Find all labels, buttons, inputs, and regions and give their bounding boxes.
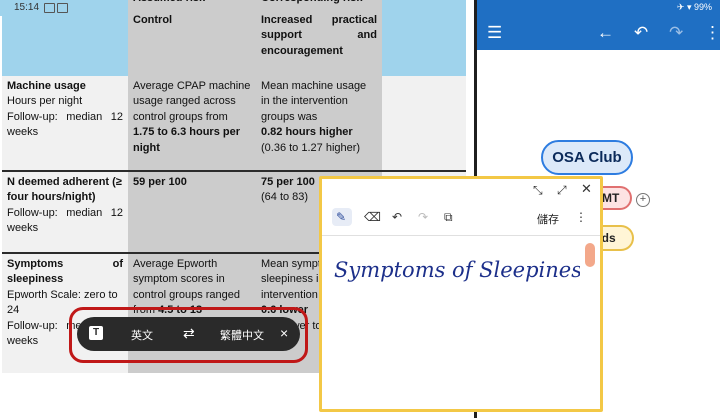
maximize-window-icon[interactable]: ⤢ — [557, 184, 567, 196]
table-row: N deemed adherent (≥ four hours/night) F… — [2, 170, 128, 254]
swap-languages-icon[interactable]: ⇄ — [183, 325, 195, 342]
eraser-icon[interactable]: ⌫ — [364, 211, 381, 223]
status-bar-left: 15:14 — [0, 0, 128, 16]
close-translate-icon[interactable]: × — [280, 325, 288, 341]
note-more-icon[interactable]: ⋮ — [575, 211, 587, 223]
floating-note-window[interactable]: ⤡ ⤢ ✕ ✎ ⌫ ↶ ↷ ⧉ 儲存 ⋮ Symptoms of Sleepin… — [319, 176, 603, 412]
close-window-icon[interactable]: ✕ — [581, 182, 592, 195]
back-arrow-icon[interactable]: ← — [597, 24, 614, 41]
topic-node-mt[interactable]: MT — [598, 186, 632, 210]
central-node[interactable]: OSA Club — [541, 140, 633, 175]
redo-stroke-icon[interactable]: ↷ — [418, 211, 428, 223]
handwriting-canvas[interactable]: Symptoms of Sleepiness — [330, 245, 580, 295]
menu-icon[interactable]: ☰ — [487, 24, 502, 41]
save-button[interactable]: 儲存 — [537, 211, 559, 227]
status-time: 15:14 — [14, 2, 40, 13]
scroll-handle[interactable] — [585, 243, 595, 267]
select-tool-icon[interactable]: ⧉ — [444, 211, 453, 223]
header-control: Control — [128, 9, 256, 76]
wifi-icon: ✈ ▾ — [676, 2, 692, 12]
translate-icon: T — [89, 326, 103, 340]
table-row: Machine usage Hours per night Follow-up:… — [2, 75, 128, 172]
status-bar-right: ✈ ▾ 99% — [677, 2, 712, 13]
source-language[interactable]: 英文 — [131, 327, 153, 343]
undo-icon[interactable]: ↶ — [634, 24, 648, 41]
translate-bar: T 英文 ⇄ 繁體中文 × — [77, 317, 300, 351]
more-options-icon[interactable]: ⋮ — [704, 24, 720, 41]
handwritten-text: Symptoms of Sleepiness — [334, 258, 580, 282]
pen-icon[interactable]: ✎ — [336, 211, 346, 223]
gallery-icon — [44, 3, 55, 13]
header-intervention: Increased practical support and encourag… — [256, 9, 382, 76]
toolbar-divider — [322, 235, 600, 236]
target-language[interactable]: 繁體中文 — [220, 327, 264, 343]
undo-stroke-icon[interactable]: ↶ — [392, 211, 402, 223]
app-toolbar: ✈ ▾ 99% ☰ ← ↶ ↷ ⋮ — [477, 0, 720, 50]
add-node-icon[interactable]: + — [636, 193, 650, 207]
redo-icon[interactable]: ↷ — [669, 24, 683, 41]
header-col2-partial: Assumed risk — [128, 0, 256, 10]
header-col3-partial: Corresponding risk — [256, 0, 382, 10]
notification-icon — [57, 3, 68, 13]
shrink-window-icon[interactable]: ⤡ — [533, 184, 543, 196]
battery-level: 99% — [693, 2, 712, 12]
